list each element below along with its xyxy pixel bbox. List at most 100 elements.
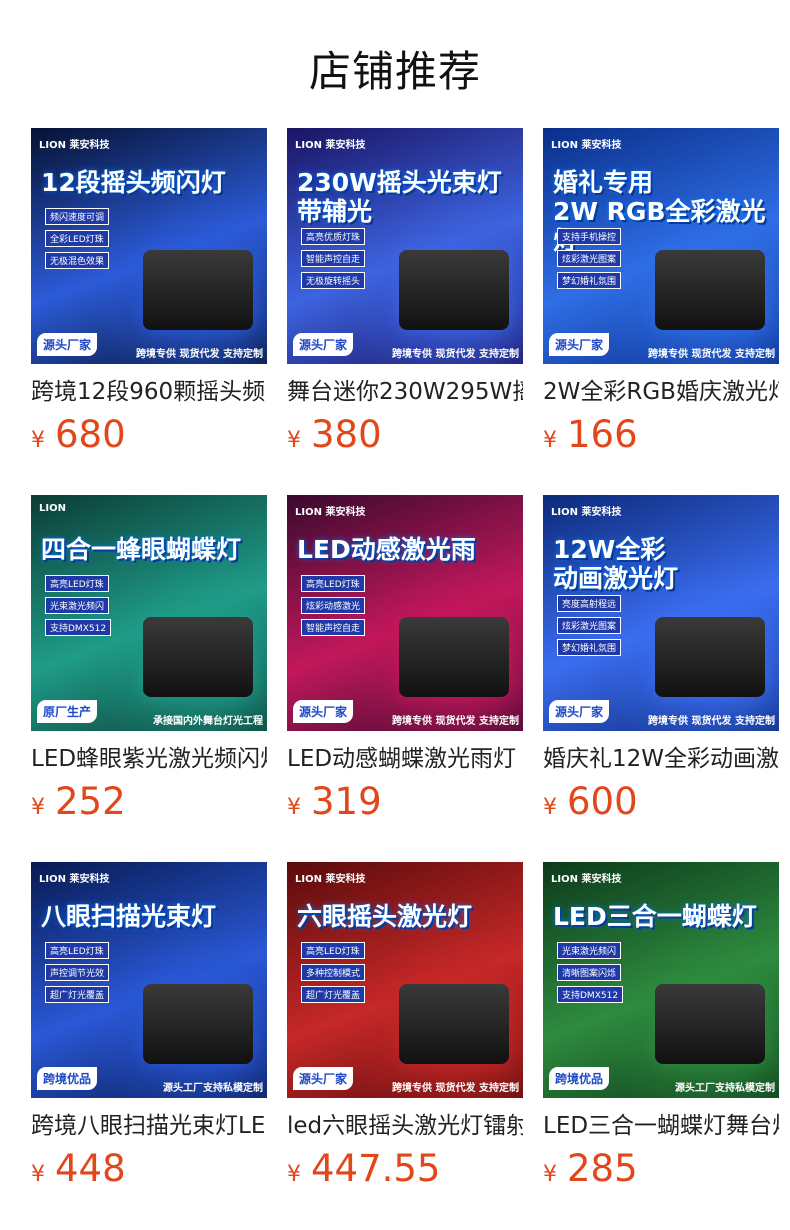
- price-value: 447.55: [311, 1147, 441, 1190]
- currency-symbol: ¥: [31, 795, 45, 820]
- price-value: 448: [55, 1147, 126, 1190]
- brand-logo: LION 莱安科技: [551, 507, 622, 518]
- feature-tag: 高亮LED灯珠: [301, 942, 365, 959]
- promo-strip: 跨境专供 现货代发 支持定制: [136, 349, 263, 360]
- source-badge: 源头厂家: [293, 700, 354, 723]
- product-image[interactable]: LION 莱安科技六眼摇头激光灯高亮LED灯珠 多种控制模式 超广灯光覆盖跨境专供 …: [287, 862, 523, 1098]
- product-image[interactable]: LION 莱安科技 230W摇头光束灯 带辅光 高亮优质灯珠 智能声控自走 无极旋转摇头…: [287, 128, 523, 364]
- feature-tag: 高亮优质灯珠: [301, 228, 366, 245]
- currency-symbol: ¥: [543, 1162, 557, 1187]
- source-badge: 源头厂家: [37, 333, 98, 356]
- source-badge: 原厂生产: [37, 700, 98, 723]
- product-price: ¥447.55: [287, 1149, 523, 1196]
- product-image[interactable]: LION 莱安科技 12段摇头频闪灯 频闪速度可调 全彩LED灯珠 无极混色效果 跨境专供…: [31, 128, 267, 364]
- brand-logo: LION 莱安科技: [295, 874, 366, 885]
- brand-logo: LION 莱安科技: [551, 874, 622, 885]
- price-value: 166: [567, 413, 638, 456]
- feature-tag: 光束激光频闪: [45, 597, 110, 614]
- product-price: ¥285: [543, 1149, 779, 1196]
- product-name[interactable]: LED动感蝴蝶激光雨灯: [287, 744, 523, 774]
- feature-tag: 多种控制模式: [301, 964, 366, 981]
- brand-logo: LION 莱安科技: [39, 874, 110, 885]
- product-device-illustration: [399, 984, 509, 1064]
- product-device-illustration: [655, 984, 765, 1064]
- product-card[interactable]: LION 莱安科技八眼扫描光束灯高亮LED灯珠 声控调节光效 超广灯光覆盖源头工厂支…: [31, 862, 267, 1196]
- feature-tag: 超广灯光覆盖: [301, 986, 366, 1003]
- product-device-illustration: [399, 250, 509, 330]
- price-value: 252: [55, 780, 126, 823]
- feature-tag: 炫彩激光图案: [557, 617, 622, 634]
- feature-tag: 无极旋转摇头: [301, 272, 366, 289]
- price-value: 285: [567, 1147, 638, 1190]
- price-value: 380: [311, 413, 382, 456]
- product-card[interactable]: LION 莱安科技 LED动感激光雨 高亮LED灯珠 炫彩动感激光 智能声控自走 跨境专供…: [287, 495, 523, 829]
- product-device-illustration: [655, 617, 765, 697]
- product-image[interactable]: LION 莱安科技 LED动感激光雨 高亮LED灯珠 炫彩动感激光 智能声控自走 跨境专供…: [287, 495, 523, 731]
- feature-tag: 高亮LED灯珠: [45, 942, 109, 959]
- source-badge: 源头厂家: [293, 1067, 354, 1090]
- product-name[interactable]: 婚庆礼12W全彩动画激光灯: [543, 744, 779, 774]
- product-price: ¥380: [287, 415, 523, 462]
- source-badge: 源头厂家: [549, 700, 610, 723]
- product-image[interactable]: LION 莱安科技 12W全彩 动画激光灯 亮度高射程远 炫彩激光图案 梦幻婚礼氛围 跨境…: [543, 495, 779, 731]
- promo-strip: 跨境专供 现货代发 支持定制: [392, 716, 519, 727]
- product-name[interactable]: 跨境八眼扫描光束灯LED: [31, 1111, 267, 1141]
- image-headline: LED动感激光雨: [297, 535, 476, 564]
- promo-strip: 跨境专供 现货代发 支持定制: [392, 1083, 519, 1094]
- brand-logo: LION 莱安科技: [295, 507, 366, 518]
- currency-symbol: ¥: [287, 428, 301, 453]
- brand-logo: LION 莱安科技: [39, 140, 110, 151]
- product-card[interactable]: LION 四合一蜂眼蝴蝶灯 高亮LED灯珠 光束激光频闪 支持DMX512 承接国内外舞台…: [31, 495, 267, 829]
- product-image[interactable]: LION 莱安科技婚礼专用 2W RGB全彩激光灯支持手机操控炫彩激光图案梦幻婚…: [543, 128, 779, 364]
- product-card[interactable]: LION 莱安科技婚礼专用 2W RGB全彩激光灯支持手机操控炫彩激光图案梦幻婚…: [543, 128, 779, 462]
- promo-strip: 源头工厂支持私模定制: [675, 1083, 775, 1094]
- product-card[interactable]: LION 莱安科技 230W摇头光束灯 带辅光 高亮优质灯珠 智能声控自走 无极旋转摇头…: [287, 128, 523, 462]
- image-headline: LED三合一蝴蝶灯: [553, 902, 757, 931]
- feature-tag: 无极混色效果: [45, 252, 110, 269]
- product-image[interactable]: LION 莱安科技八眼扫描光束灯高亮LED灯珠 声控调节光效 超广灯光覆盖源头工厂支…: [31, 862, 267, 1098]
- feature-tag: 全彩LED灯珠: [45, 230, 109, 247]
- product-card[interactable]: LION 莱安科技 12W全彩 动画激光灯 亮度高射程远 炫彩激光图案 梦幻婚礼氛围 跨境…: [543, 495, 779, 829]
- product-name[interactable]: 跨境12段960颗摇头频闪灯: [31, 377, 267, 407]
- feature-tag: 智能声控自走: [301, 250, 366, 267]
- product-name[interactable]: led六眼摇头激光灯镭射灯: [287, 1111, 523, 1141]
- source-badge: 源头厂家: [293, 333, 354, 356]
- product-price: ¥166: [543, 415, 779, 462]
- promo-strip: 源头工厂支持私模定制: [163, 1083, 263, 1094]
- product-image[interactable]: LION 莱安科技 LED三合一蝴蝶灯 光束激光频闪 清晰图案闪烁 支持DMX512 源头…: [543, 862, 779, 1098]
- currency-symbol: ¥: [287, 1162, 301, 1187]
- product-device-illustration: [143, 984, 253, 1064]
- promo-strip: 跨境专供 现货代发 支持定制: [648, 716, 775, 727]
- feature-tag: 高亮LED灯珠: [45, 575, 109, 592]
- product-name[interactable]: 2W全彩RGB婚庆激光灯: [543, 377, 779, 407]
- promo-strip: 跨境专供 现货代发 支持定制: [648, 349, 775, 360]
- source-badge: 跨境优品: [549, 1067, 610, 1090]
- product-device-illustration: [143, 250, 253, 330]
- currency-symbol: ¥: [31, 1162, 45, 1187]
- product-price: ¥600: [543, 782, 779, 829]
- feature-tag: 炫彩激光图案: [557, 250, 622, 267]
- image-headline: 六眼摇头激光灯: [297, 902, 473, 931]
- feature-tag: 炫彩动感激光: [301, 597, 366, 614]
- product-card[interactable]: LION 莱安科技 12段摇头频闪灯 频闪速度可调 全彩LED灯珠 无极混色效果 跨境专供…: [31, 128, 267, 462]
- image-headline: 230W摇头光束灯 带辅光: [297, 168, 502, 226]
- product-name[interactable]: LED蜂眼紫光激光频闪灯: [31, 744, 267, 774]
- product-card[interactable]: LION 莱安科技 LED三合一蝴蝶灯 光束激光频闪 清晰图案闪烁 支持DMX512 源头…: [543, 862, 779, 1196]
- currency-symbol: ¥: [543, 795, 557, 820]
- promo-strip: 承接国内外舞台灯光工程: [153, 716, 263, 727]
- product-device-illustration: [655, 250, 765, 330]
- product-device-illustration: [399, 617, 509, 697]
- source-badge: 源头厂家: [549, 333, 610, 356]
- product-name[interactable]: 舞台迷你230W295W摇头光束灯: [287, 377, 523, 407]
- image-headline: 八眼扫描光束灯: [41, 902, 217, 931]
- product-image[interactable]: LION 四合一蜂眼蝴蝶灯 高亮LED灯珠 光束激光频闪 支持DMX512 承接国内外舞台…: [31, 495, 267, 731]
- product-name[interactable]: LED三合一蝴蝶灯舞台灯: [543, 1111, 779, 1141]
- price-value: 680: [55, 413, 126, 456]
- feature-tag: 梦幻婚礼氛围: [557, 639, 622, 656]
- feature-tag: 频闪速度可调: [45, 208, 110, 225]
- feature-tag: 声控调节光效: [45, 964, 110, 981]
- product-card[interactable]: LION 莱安科技六眼摇头激光灯高亮LED灯珠 多种控制模式 超广灯光覆盖跨境专供 …: [287, 862, 523, 1196]
- source-badge: 跨境优品: [37, 1067, 98, 1090]
- product-price: ¥448: [31, 1149, 267, 1196]
- feature-tag: 超广灯光覆盖: [45, 986, 110, 1003]
